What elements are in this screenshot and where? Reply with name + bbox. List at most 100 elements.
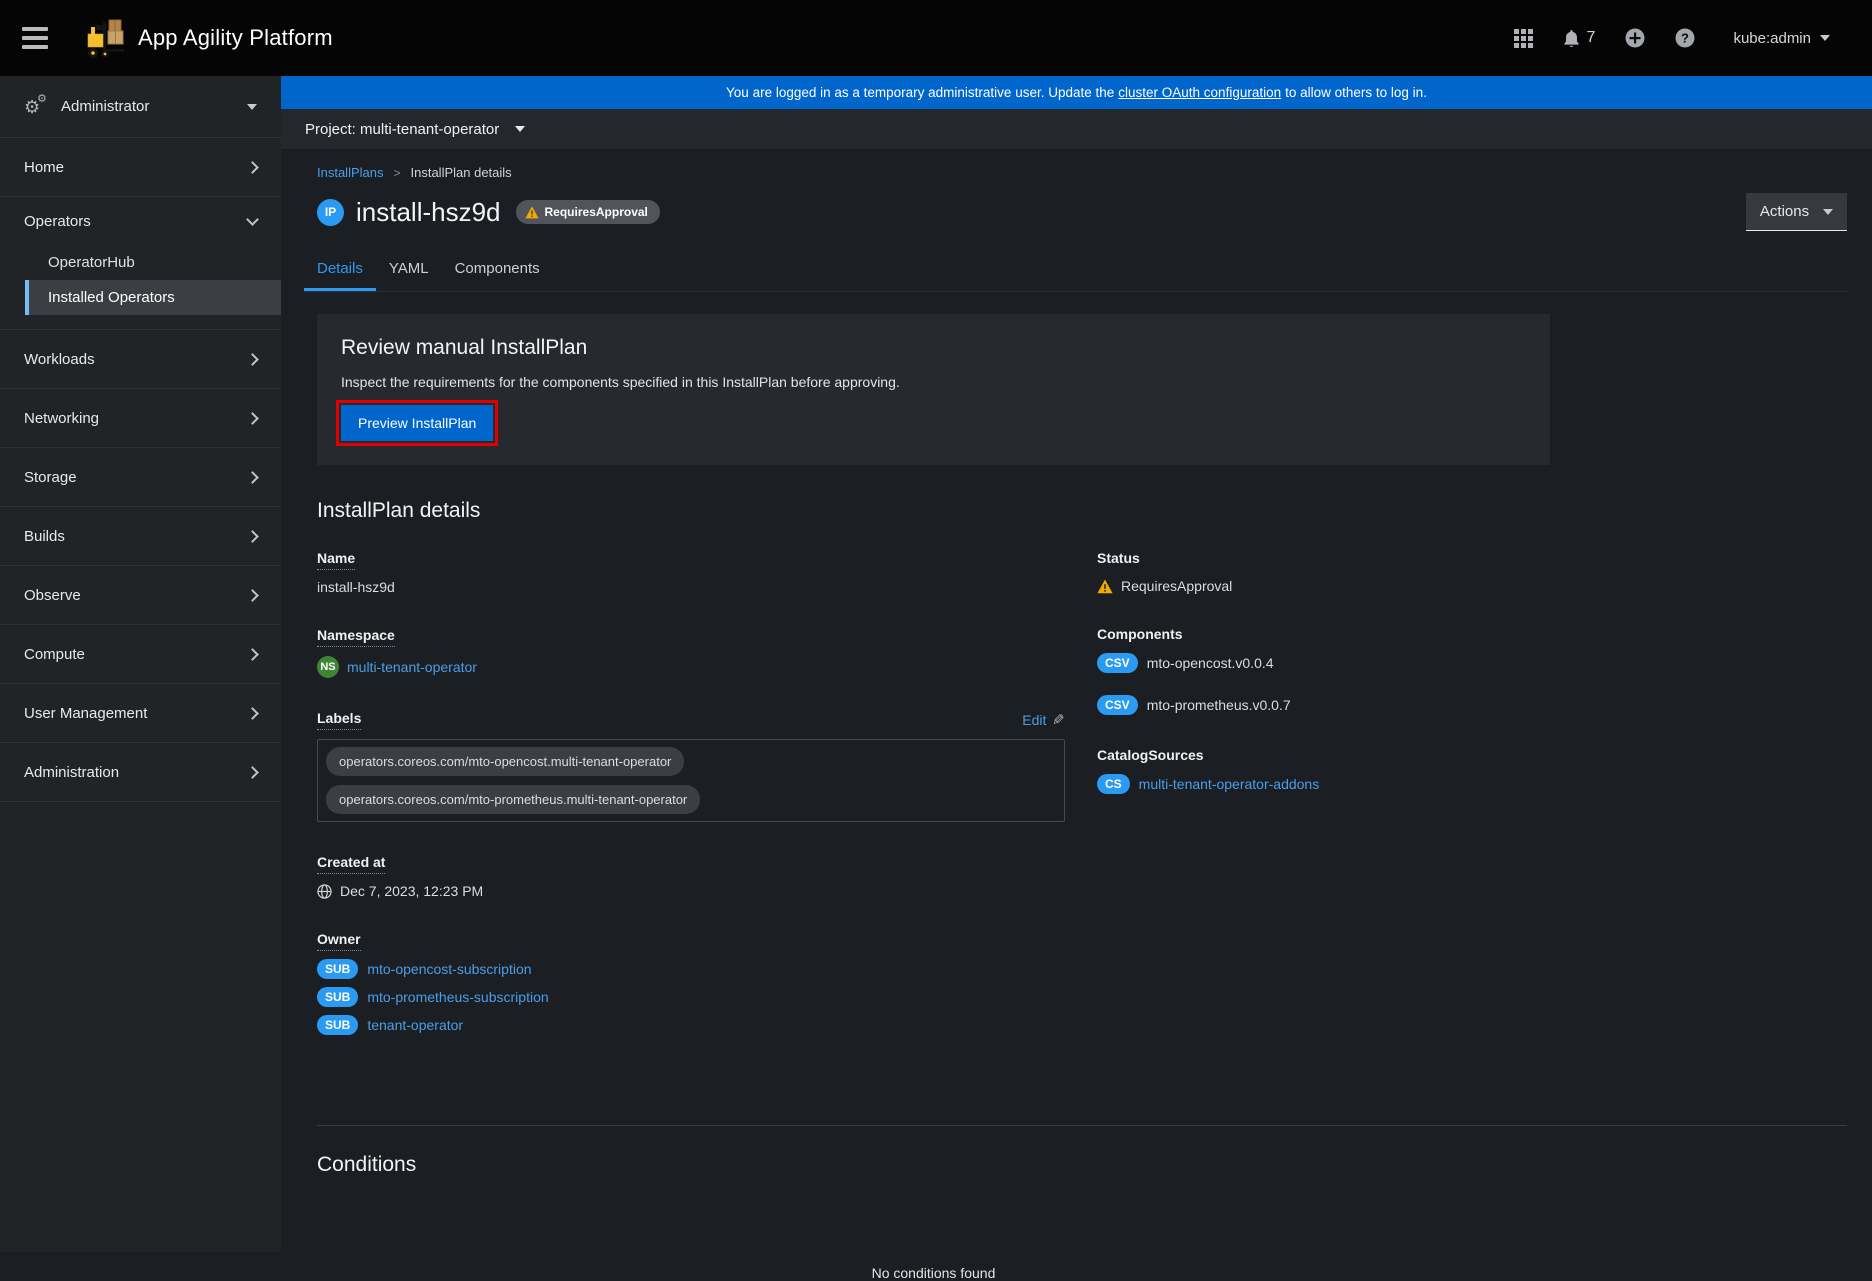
- main-content: You are logged in as a temporary adminis…: [281, 76, 1872, 1252]
- owner-link[interactable]: mto-prometheus-subscription: [367, 989, 548, 1005]
- owner-row: SUB mto-prometheus-subscription: [317, 987, 1065, 1007]
- catalogsources-label: CatalogSources: [1097, 747, 1204, 766]
- pencil-icon: ✎: [1052, 711, 1065, 729]
- conditions-empty-message: No conditions found: [317, 1265, 1550, 1281]
- owner-link[interactable]: tenant-operator: [367, 1017, 463, 1033]
- subscription-resource-badge: SUB: [317, 1015, 358, 1035]
- namespace-link[interactable]: multi-tenant-operator: [347, 659, 477, 675]
- chevron-right-icon: [246, 161, 259, 174]
- sidebar-item-label: Builds: [24, 528, 65, 545]
- breadcrumb-current: InstallPlan details: [411, 165, 512, 180]
- chevron-down-icon: [246, 213, 259, 226]
- component-name: mto-prometheus.v0.0.7: [1147, 697, 1291, 713]
- tab-components[interactable]: Components: [442, 252, 553, 291]
- installplan-details-heading: InstallPlan details: [317, 499, 1847, 523]
- sidebar-item-label: Workloads: [24, 351, 95, 368]
- notification-count: 7: [1587, 29, 1596, 47]
- perspective-switcher[interactable]: ⚙⚙ Administrator: [0, 76, 281, 138]
- notifications-button[interactable]: 7: [1563, 29, 1596, 48]
- sidebar-item-label: Operators: [24, 213, 91, 230]
- name-label: Name: [317, 550, 355, 570]
- review-card-heading: Review manual InstallPlan: [341, 336, 1526, 360]
- chevron-right-icon: [246, 589, 259, 602]
- cogs-icon: ⚙⚙: [24, 98, 48, 116]
- chevron-right-icon: [246, 412, 259, 425]
- created-at-label: Created at: [317, 854, 385, 874]
- owner-row: SUB mto-opencost-subscription: [317, 959, 1065, 979]
- label-chip[interactable]: operators.coreos.com/mto-prometheus.mult…: [326, 785, 700, 814]
- actions-button[interactable]: Actions: [1746, 193, 1847, 231]
- created-at-field: Created at Dec 7, 2023, 12:23 PM: [317, 854, 1065, 899]
- label-chip[interactable]: operators.coreos.com/mto-opencost.multi-…: [326, 747, 684, 776]
- perspective-label: Administrator: [61, 98, 149, 115]
- namespace-field: Namespace NS multi-tenant-operator: [317, 627, 1065, 678]
- sidebar-item-installed-operators[interactable]: Installed Operators: [25, 280, 281, 315]
- help-icon[interactable]: ?: [1675, 28, 1695, 48]
- oauth-configuration-link[interactable]: cluster OAuth configuration: [1118, 85, 1281, 100]
- owner-label: Owner: [317, 931, 361, 951]
- bell-icon: [1563, 29, 1580, 48]
- status-label: Status: [1097, 550, 1140, 569]
- sidebar-item-administration[interactable]: Administration: [0, 743, 281, 801]
- admin-user-banner: You are logged in as a temporary adminis…: [281, 76, 1872, 109]
- chevron-right-icon: [246, 353, 259, 366]
- cs-resource-badge: CS: [1097, 774, 1130, 794]
- user-menu[interactable]: kube:admin: [1733, 30, 1830, 47]
- chevron-right-icon: [246, 471, 259, 484]
- tab-yaml[interactable]: YAML: [376, 252, 442, 291]
- csv-resource-badge: CSV: [1097, 653, 1138, 673]
- banner-text: to allow others to log in.: [1285, 85, 1427, 100]
- details-tab-content: Review manual InstallPlan Inspect the re…: [281, 292, 1872, 1281]
- page-header: InstallPlans > InstallPlan details IP in…: [281, 150, 1872, 292]
- status-field: Status RequiresApproval: [1097, 550, 1847, 594]
- breadcrumb-separator: >: [393, 166, 400, 180]
- breadcrumb-installplans-link[interactable]: InstallPlans: [317, 165, 383, 180]
- nav-toggle-icon[interactable]: [22, 27, 48, 49]
- sidebar-item-label: User Management: [24, 705, 147, 722]
- sidebar-item-workloads[interactable]: Workloads: [0, 330, 281, 388]
- sidebar-item-storage[interactable]: Storage: [0, 448, 281, 506]
- sidebar-item-label: Compute: [24, 646, 85, 663]
- owner-field: Owner SUB mto-opencost-subscription SUB …: [317, 931, 1065, 1035]
- tab-details[interactable]: Details: [304, 252, 376, 291]
- components-field: Components CSV mto-opencost.v0.0.4 CSV m…: [1097, 626, 1847, 715]
- sidebar-item-networking[interactable]: Networking: [0, 389, 281, 447]
- sidebar-item-label: OperatorHub: [48, 254, 135, 271]
- masthead: App Agility Platform 7: [0, 0, 1872, 76]
- catalogsource-link[interactable]: multi-tenant-operator-addons: [1139, 776, 1320, 792]
- status-value: RequiresApproval: [1121, 578, 1232, 594]
- subscription-resource-badge: SUB: [317, 987, 358, 1007]
- import-plus-icon[interactable]: [1625, 28, 1645, 48]
- sidebar-item-compute[interactable]: Compute: [0, 625, 281, 683]
- sidebar-item-label: Administration: [24, 764, 119, 781]
- warning-icon: [1097, 579, 1113, 594]
- component-row: CSV mto-opencost.v0.0.4: [1097, 653, 1847, 673]
- namespace-resource-badge: NS: [317, 656, 339, 678]
- sidebar-item-builds[interactable]: Builds: [0, 507, 281, 565]
- app-launcher-icon[interactable]: [1514, 29, 1533, 48]
- subscription-resource-badge: SUB: [317, 959, 358, 979]
- sidebar-item-observe[interactable]: Observe: [0, 566, 281, 624]
- component-name: mto-opencost.v0.0.4: [1147, 655, 1274, 671]
- sidebar: ⚙⚙ Administrator Home Operators Operator…: [0, 76, 281, 1252]
- chevron-down-icon: [1823, 209, 1833, 215]
- sidebar-item-home[interactable]: Home: [0, 138, 281, 196]
- labels-edit-button[interactable]: Edit ✎: [1022, 711, 1065, 729]
- chevron-down-icon: [515, 126, 525, 132]
- preview-installplan-button[interactable]: Preview InstallPlan: [341, 405, 493, 441]
- sidebar-item-operatorhub[interactable]: OperatorHub: [25, 245, 281, 280]
- chevron-right-icon: [246, 530, 259, 543]
- sidebar-item-operators[interactable]: Operators: [0, 197, 281, 245]
- username: kube:admin: [1733, 30, 1811, 47]
- actions-button-label: Actions: [1760, 203, 1809, 220]
- sidebar-item-user-management[interactable]: User Management: [0, 684, 281, 742]
- catalogsources-field: CatalogSources CS multi-tenant-operator-…: [1097, 747, 1847, 794]
- project-selector-label: Project: multi-tenant-operator: [305, 121, 499, 138]
- globe-icon: [317, 884, 332, 899]
- status-badge: RequiresApproval: [516, 200, 660, 224]
- chevron-down-icon: [1820, 35, 1830, 41]
- brand-logo[interactable]: App Agility Platform: [82, 17, 333, 59]
- project-selector[interactable]: Project: multi-tenant-operator: [281, 109, 1872, 150]
- owner-link[interactable]: mto-opencost-subscription: [367, 961, 531, 977]
- chevron-right-icon: [246, 766, 259, 779]
